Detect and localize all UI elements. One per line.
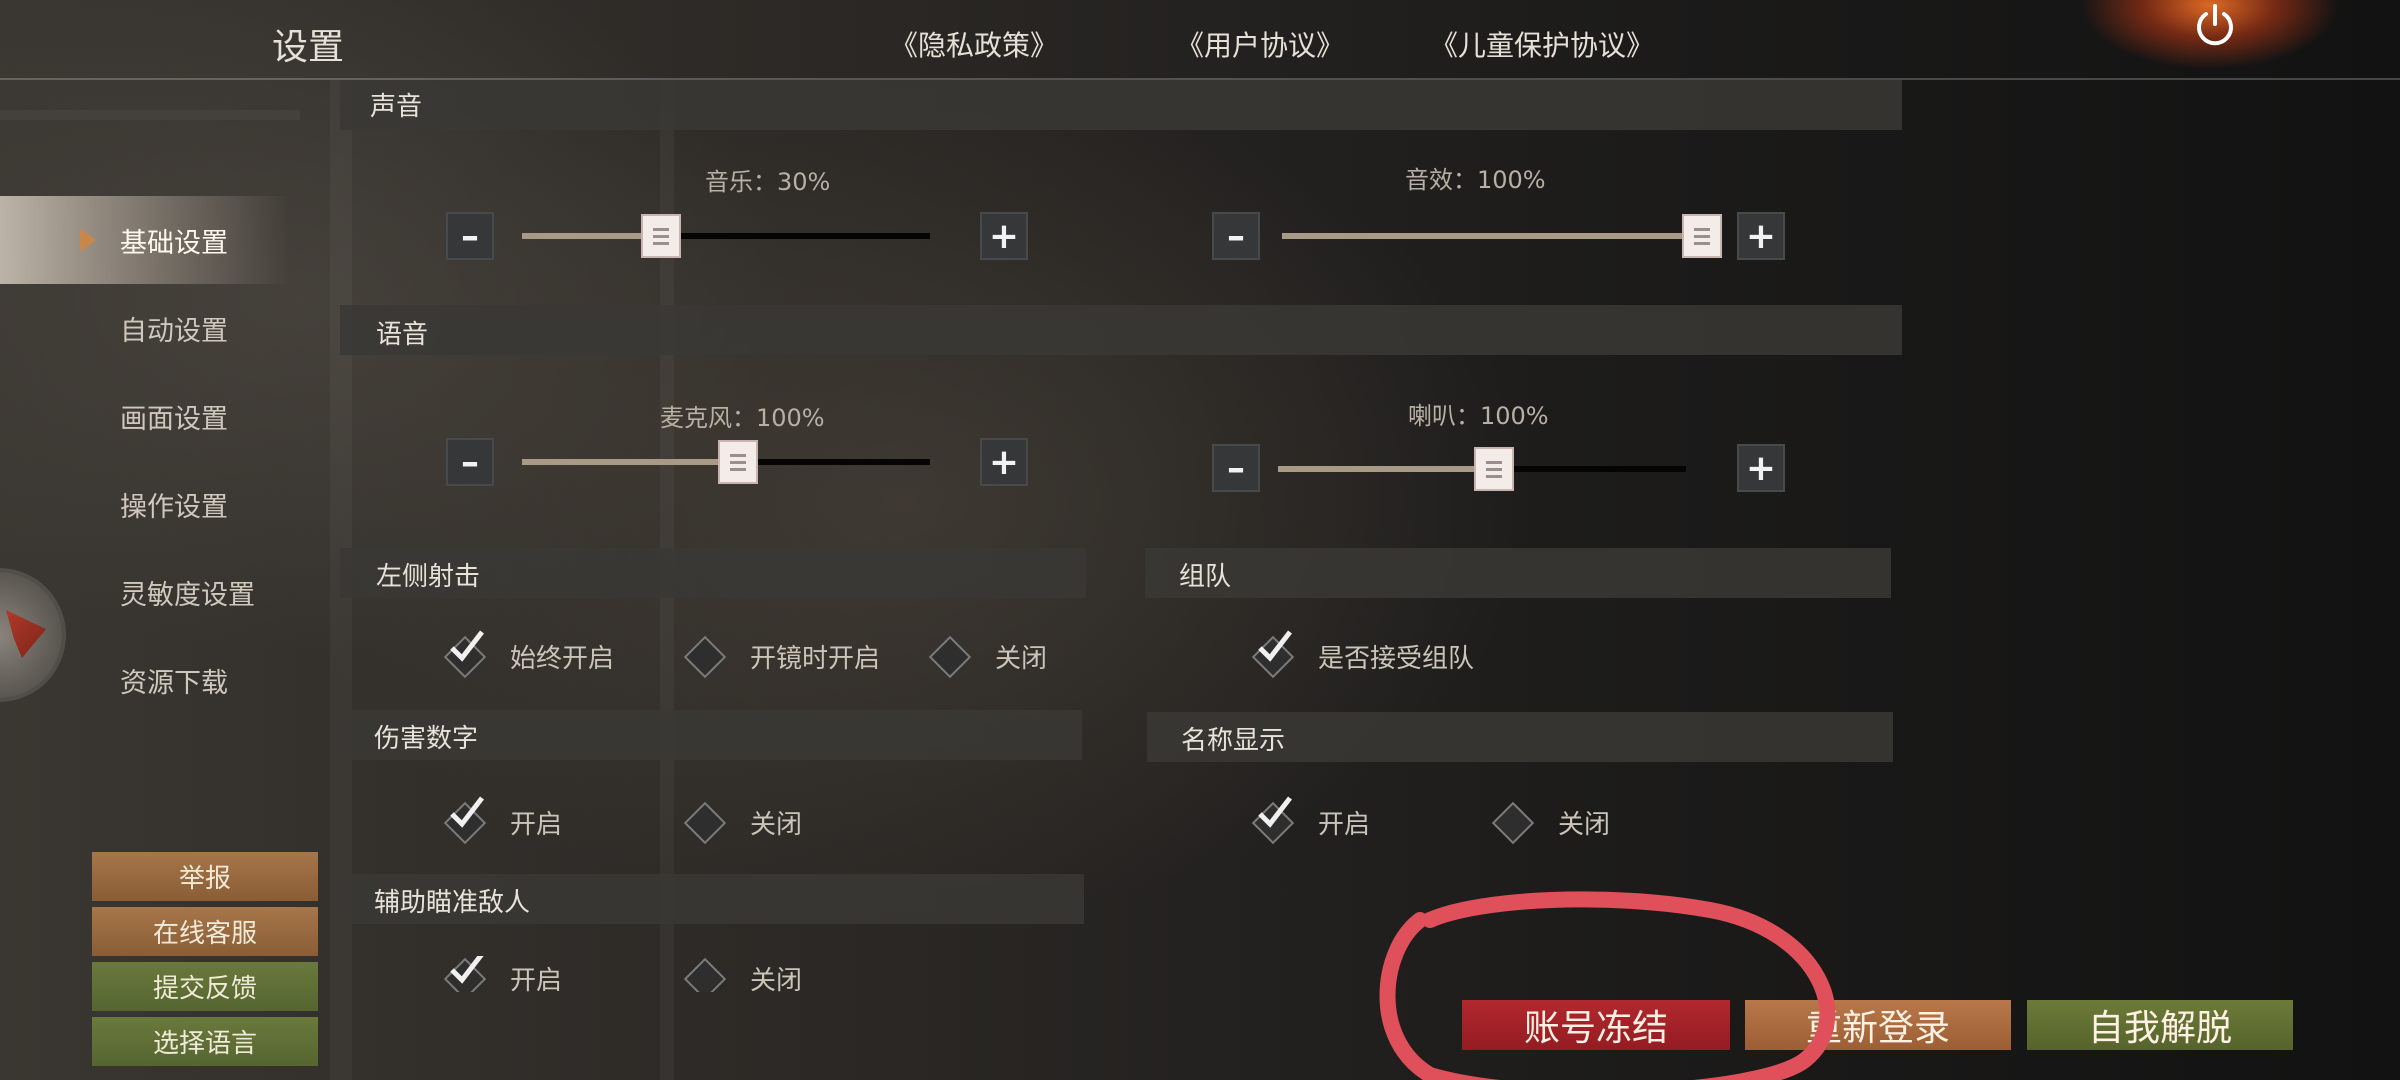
nav-item-label: 操作设置: [120, 491, 228, 523]
speaker-plus-button[interactable]: +: [1737, 444, 1785, 492]
speaker-minus-button[interactable]: –: [1212, 444, 1260, 492]
nav-item-auto[interactable]: 自动设置: [0, 284, 290, 372]
relogin-button[interactable]: 重新登录: [1745, 1000, 2011, 1050]
speaker-slider-thumb[interactable]: [1474, 447, 1515, 491]
nav-item-label: 灵敏度设置: [120, 579, 255, 611]
slider-fill: [1282, 233, 1702, 239]
background-beam: [0, 110, 300, 120]
option-label: 始终开启: [510, 644, 615, 674]
music-slider[interactable]: [522, 233, 930, 239]
page-title: 设置: [272, 27, 345, 68]
mic-label: 麦克风：100%: [660, 404, 825, 432]
settings-screen: 设置 《隐私政策》 《用户协议》 《儿童保护协议》 基础设置 自动设置 画面设置…: [0, 0, 2400, 1080]
checkmark-icon: [450, 630, 484, 662]
option-aim-off[interactable]: 关闭: [683, 957, 803, 992]
section-sound: 声音: [340, 80, 1902, 130]
nav-item-controls[interactable]: 操作设置: [0, 460, 290, 548]
section-left-fire: 左侧射击: [340, 548, 1086, 598]
section-voice: 语音: [340, 305, 1902, 355]
option-label: 开镜时开启: [750, 644, 881, 674]
section-damage-numbers: 伤害数字: [340, 710, 1082, 760]
option-off[interactable]: 关闭: [928, 635, 1048, 678]
section-title: 伤害数字: [374, 724, 479, 754]
section-title: 辅助瞄准敌人: [374, 888, 531, 918]
mic-minus-button[interactable]: –: [446, 438, 494, 486]
music-plus-button[interactable]: +: [980, 212, 1028, 260]
section-name-display: 名称显示: [1147, 712, 1893, 762]
power-icon[interactable]: [2190, 0, 2240, 50]
section-team: 组队: [1145, 548, 1891, 598]
section-title: 名称显示: [1181, 726, 1286, 756]
customer-service-button[interactable]: 在线客服: [92, 907, 318, 956]
option-always-on[interactable]: 始终开启: [443, 630, 615, 678]
option-scope-on[interactable]: 开镜时开启: [683, 635, 881, 678]
option-label: 关闭: [750, 810, 803, 840]
checkmark-icon: [1258, 796, 1292, 828]
checkmark-icon: [1258, 630, 1292, 662]
nav-item-label: 基础设置: [120, 227, 228, 259]
diamond-checkbox: [1491, 801, 1535, 844]
music-slider-thumb[interactable]: [640, 214, 681, 258]
language-button[interactable]: 选择语言: [92, 1017, 318, 1066]
emblem-mark: [6, 610, 46, 658]
option-label: 关闭: [995, 644, 1048, 674]
option-name-off[interactable]: 关闭: [1491, 801, 1611, 844]
child-protection-link[interactable]: 《儿童保护协议》: [1430, 24, 1654, 64]
sfx-slider-thumb[interactable]: [1682, 214, 1722, 258]
annotation-circle: [1379, 891, 1836, 1080]
nav-item-label: 自动设置: [120, 315, 228, 347]
diamond-checkbox: [683, 635, 727, 678]
music-minus-button[interactable]: –: [446, 212, 494, 260]
slider-fill: [522, 459, 739, 465]
sfx-label: 音效：100%: [1405, 166, 1546, 194]
user-agreement-link[interactable]: 《用户协议》: [1176, 24, 1344, 64]
sfx-minus-button[interactable]: –: [1212, 212, 1260, 260]
triangle-right-icon: [80, 228, 96, 252]
nav-item-display[interactable]: 画面设置: [0, 372, 290, 460]
option-damage-off[interactable]: 关闭: [683, 801, 803, 844]
option-accept-team[interactable]: 是否接受组队: [1251, 630, 1475, 678]
diamond-checkbox: [683, 957, 727, 992]
checkmark-icon: [450, 956, 484, 984]
section-aim-assist: 辅助瞄准敌人: [340, 874, 1084, 924]
option-label: 关闭: [1558, 810, 1611, 840]
option-name-on[interactable]: 开启: [1251, 796, 1371, 844]
section-title: 组队: [1179, 562, 1232, 592]
mic-slider-thumb[interactable]: [718, 440, 759, 484]
top-bar: 设置 《隐私政策》 《用户协议》 《儿童保护协议》: [0, 0, 2400, 80]
section-title: 语音: [376, 320, 429, 350]
option-damage-on[interactable]: 开启: [443, 796, 563, 844]
nav-item-label: 画面设置: [120, 403, 228, 435]
feedback-button[interactable]: 提交反馈: [92, 962, 318, 1011]
diamond-checkbox: [683, 801, 727, 844]
mic-plus-button[interactable]: +: [980, 438, 1028, 486]
sfx-plus-button[interactable]: +: [1737, 212, 1785, 260]
section-title: 左侧射击: [376, 562, 481, 592]
speaker-label: 喇叭：100%: [1408, 402, 1549, 430]
diamond-checkbox: [928, 635, 972, 678]
sfx-slider[interactable]: [1282, 233, 1702, 239]
nav-item-basic[interactable]: 基础设置: [0, 196, 290, 284]
option-label: 关闭: [750, 966, 803, 992]
option-label: 开启: [510, 966, 563, 992]
nav-item-label: 资源下载: [120, 667, 228, 699]
self-release-button[interactable]: 自我解脱: [2027, 1000, 2293, 1050]
option-label: 是否接受组队: [1318, 644, 1475, 674]
section-title: 声音: [370, 92, 423, 122]
checkmark-icon: [450, 796, 484, 828]
privacy-policy-link[interactable]: 《隐私政策》: [890, 24, 1058, 64]
music-label: 音乐：30%: [705, 168, 831, 196]
aim-assist-options-clip: 开启 关闭: [420, 956, 1120, 992]
report-button[interactable]: 举报: [92, 852, 318, 901]
option-aim-on[interactable]: 开启: [443, 956, 563, 992]
slider-fill: [1278, 466, 1495, 472]
option-label: 开启: [1318, 810, 1371, 840]
account-freeze-button[interactable]: 账号冻结: [1462, 1000, 1730, 1050]
option-label: 开启: [510, 810, 563, 840]
